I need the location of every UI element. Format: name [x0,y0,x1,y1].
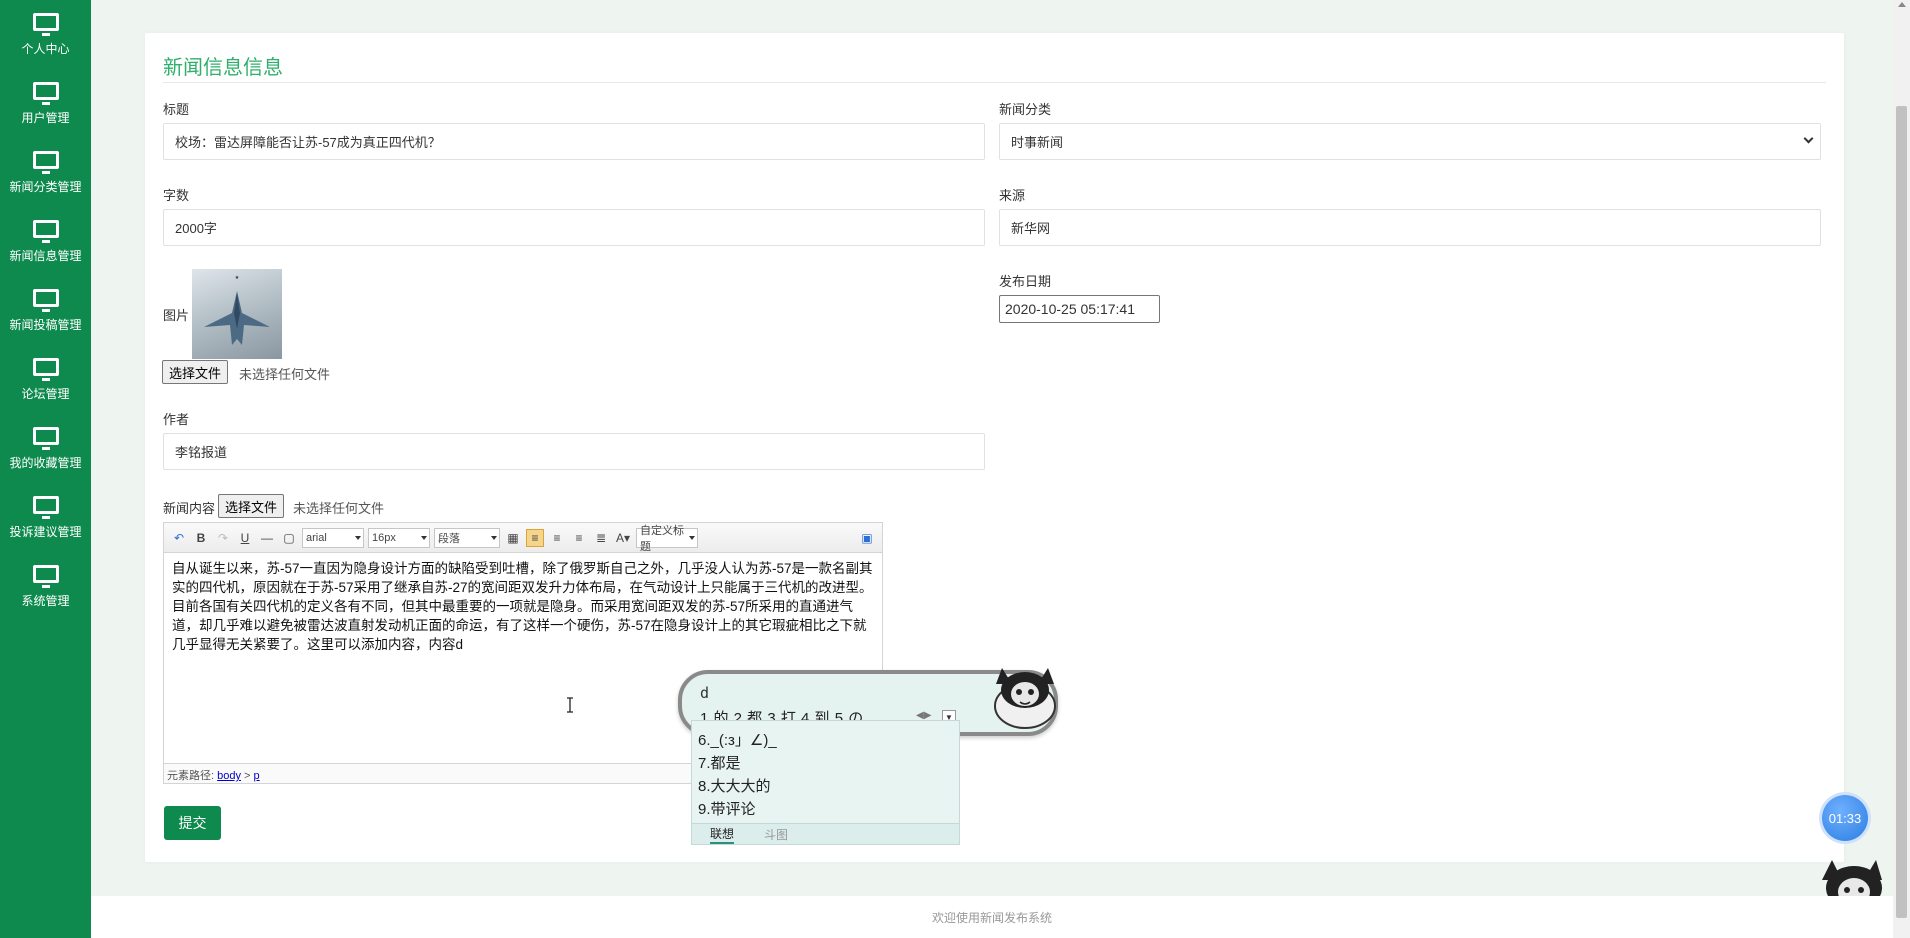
page-title: 新闻信息信息 [163,57,283,79]
title-input[interactable]: 校场：雷达屏障能否让苏-57成为真正四代机？ [163,123,985,160]
ime-pinyin: d [700,684,710,702]
sidebar-item-label: 系统管理 [21,593,70,608]
title-input-value: 校场：雷达屏障能否让苏-57成为真正四代机？ [175,135,441,150]
ime-tab-stickers[interactable]: 斗图 [764,826,788,843]
font-color-icon[interactable]: A▾ [614,529,632,547]
element-path-label: 元素路径: [167,770,215,782]
news-image-thumbnail: ★ [192,269,282,359]
sidebar-item-personal-center[interactable]: 个人中心 [0,0,91,69]
scrollbar-thumb[interactable] [1896,106,1907,918]
chevron-down-icon [1803,133,1814,144]
title-label: 标题 [163,102,190,117]
table-icon[interactable]: ▦ [504,529,522,547]
monitor-icon [32,564,59,588]
page-scrollbar[interactable] [1893,0,1910,938]
align-right-icon[interactable]: ≡ [570,529,588,547]
editor-toolbar: ↶ B ↷ U — ▢ arial 16px 段落 ▦ ≡ ≡ ≡ ≣ A▾ 自… [164,523,882,553]
sidebar-item-label: 新闻分类管理 [9,179,82,194]
sidebar-item-favorites[interactable]: 我的收藏管理 [0,414,91,483]
font-size-select[interactable]: 16px [368,527,430,548]
paste-icon[interactable]: ▢ [280,529,298,547]
source-input[interactable]: 新华网 [999,209,1821,246]
author-label: 作者 [163,412,190,427]
category-select[interactable]: 时事新闻 [999,123,1821,160]
footer-text: 欢迎使用新闻发布系统 [931,910,1052,925]
monitor-icon [32,357,59,381]
align-left-icon[interactable]: ≡ [526,528,544,547]
sidebar-item-news-info[interactable]: 新闻信息管理 [0,207,91,276]
ime-candidate[interactable]: 9.带评论 [692,798,959,821]
source-input-value: 新华网 [1011,221,1051,236]
source-label: 来源 [999,188,1026,203]
sidebar-item-label: 新闻信息管理 [9,248,82,263]
align-center-icon[interactable]: ≡ [548,529,566,547]
ime-tab-suggest[interactable]: 联想 [710,825,735,844]
publish-date-value: 2020-10-25 05:17:41 [1005,301,1135,317]
sidebar-item-forum[interactable]: 论坛管理 [0,345,91,414]
font-family-select[interactable]: arial [302,527,364,548]
monitor-icon [32,495,59,519]
content-label: 新闻内容 [163,501,216,516]
content-file-button[interactable]: 选择文件 [218,494,285,518]
submit-button[interactable]: 提交 [164,806,221,840]
content-file-status: 未选择任何文件 [293,501,385,516]
horizontal-rule-icon[interactable]: — [258,529,276,547]
custom-title-select[interactable]: 自定义标题 [636,525,698,553]
monitor-icon [32,288,59,312]
wordcount-input[interactable]: 2000字 [163,209,985,246]
footer: 欢迎使用新闻发布系统 [91,896,1893,938]
sidebar-item-user-management[interactable]: 用户管理 [0,69,91,138]
monitor-icon [32,150,59,174]
date-label: 发布日期 [999,274,1052,289]
timer-badge[interactable]: 01:33 [1822,795,1868,841]
category-label: 新闻分类 [999,102,1052,117]
fullscreen-icon[interactable]: ▣ [858,529,876,547]
category-select-value: 时事新闻 [1011,135,1064,150]
ime-mascot-icon [994,668,1056,729]
undo-icon[interactable]: ↶ [170,529,188,547]
underline-icon[interactable]: U [236,529,254,547]
image-file-button[interactable]: 选择文件 [162,360,229,384]
sidebar: 个人中心 用户管理 新闻分类管理 新闻信息管理 新闻投稿管理 论坛管理 我的收藏… [0,0,91,938]
paragraph-select[interactable]: 段落 [434,527,500,548]
path-p-link[interactable]: p [254,770,260,782]
svg-text:★: ★ [235,275,240,281]
scroll-up-icon[interactable] [1898,2,1906,7]
author-input[interactable]: 李铭报道 [163,433,985,470]
sidebar-item-label: 用户管理 [21,110,70,125]
monitor-icon [32,81,59,105]
sidebar-item-complaints[interactable]: 投诉建议管理 [0,483,91,552]
image-file-status: 未选择任何文件 [239,367,331,382]
wordcount-input-value: 2000字 [175,221,217,236]
ime-candidate[interactable]: 8.大大大的 [692,775,959,798]
sidebar-item-label: 我的收藏管理 [9,455,82,470]
justify-icon[interactable]: ≣ [592,529,610,547]
sidebar-item-label: 个人中心 [21,41,70,56]
title-divider [163,82,1826,83]
sidebar-item-label: 论坛管理 [21,386,70,401]
sidebar-item-system[interactable]: 系统管理 [0,552,91,621]
sidebar-item-label: 新闻投稿管理 [9,317,82,332]
path-body-link[interactable]: body [217,770,241,782]
path-separator: > [244,770,251,782]
bold-icon[interactable]: B [192,529,210,547]
ime-tabs: 联想 斗图 [691,823,960,845]
redo-icon[interactable]: ↷ [214,529,232,547]
sidebar-item-news-submission[interactable]: 新闻投稿管理 [0,276,91,345]
sidebar-item-label: 投诉建议管理 [9,524,82,539]
ime-candidate[interactable]: 7.都是 [692,752,959,775]
publish-date-input[interactable]: 2020-10-25 05:17:41 [999,295,1160,323]
monitor-icon [32,219,59,243]
image-label: 图片 [163,308,190,323]
wordcount-label: 字数 [163,188,190,203]
author-input-value: 李铭报道 [175,445,228,460]
ime-candidate[interactable]: 6._(:з」∠)_ [692,729,959,752]
monitor-icon [32,426,59,450]
sidebar-item-news-category[interactable]: 新闻分类管理 [0,138,91,207]
monitor-icon [32,12,59,36]
text-cursor-icon [567,697,573,713]
form-card: 新闻信息信息 标题 校场：雷达屏障能否让苏-57成为真正四代机？ 新闻分类 时事… [145,33,1844,862]
